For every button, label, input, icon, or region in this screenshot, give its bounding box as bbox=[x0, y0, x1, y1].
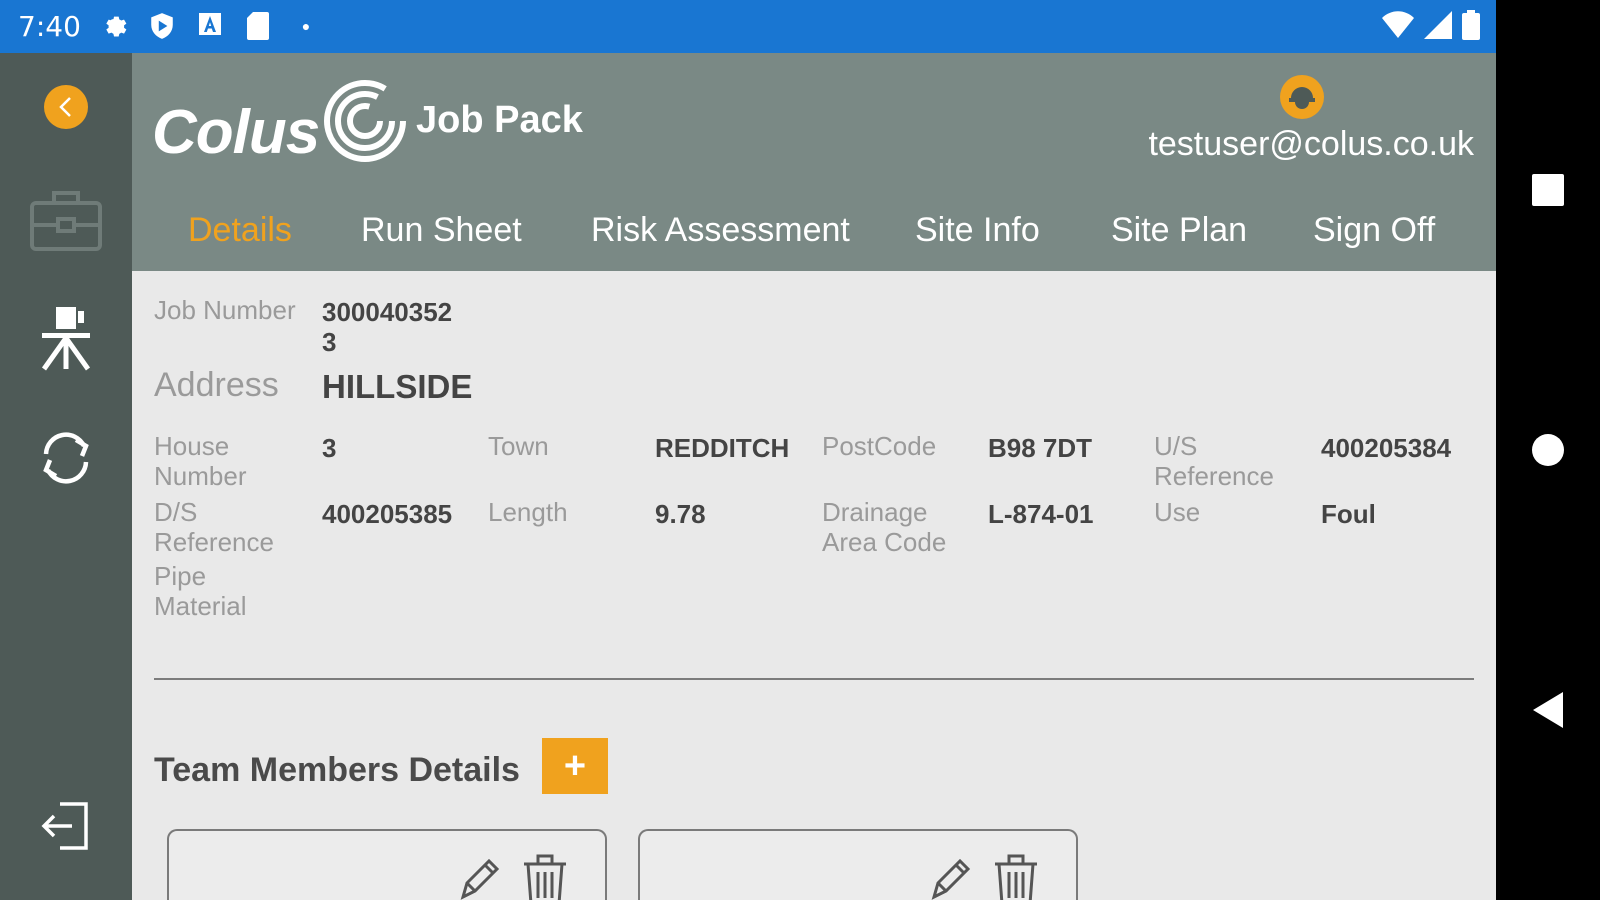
tab-details[interactable]: Details bbox=[188, 211, 292, 250]
tab-risk-assessment[interactable]: Risk Assessment bbox=[591, 211, 850, 250]
status-time: 7:40 bbox=[18, 10, 81, 43]
pipe-material-label-1: Pipe bbox=[154, 561, 207, 591]
job-number-value-line1: 300040352 bbox=[322, 297, 453, 327]
wifi-icon bbox=[1382, 11, 1414, 44]
town-label: Town bbox=[488, 431, 549, 461]
user-email[interactable]: testuser@colus.co.uk bbox=[1148, 125, 1474, 164]
signal-icon bbox=[1424, 11, 1452, 44]
home-icon[interactable] bbox=[1524, 426, 1572, 474]
logo-text: Colus bbox=[152, 98, 320, 167]
drainage-area-code-value: L-874-01 bbox=[988, 499, 1094, 529]
back-icon[interactable] bbox=[44, 85, 88, 129]
tab-site-info[interactable]: Site Info bbox=[915, 211, 1040, 250]
app-title: Job Pack bbox=[416, 99, 583, 141]
tab-site-plan[interactable]: Site Plan bbox=[1111, 211, 1247, 250]
trash-icon[interactable] bbox=[992, 851, 1040, 900]
use-label: Use bbox=[1154, 497, 1201, 527]
address-label: Address bbox=[154, 366, 279, 404]
shield-icon bbox=[148, 12, 176, 40]
drainage-area-code-label-1: Drainage bbox=[822, 497, 928, 527]
sd-card-icon bbox=[244, 12, 272, 40]
header: Colus Job Pack testuser@colus.co.uk Deta… bbox=[132, 53, 1496, 271]
pipe-material-label-2: Material bbox=[154, 591, 247, 621]
survey-tripod-icon[interactable] bbox=[28, 303, 104, 373]
postcode-label: PostCode bbox=[822, 431, 937, 461]
colus-logo-icon bbox=[322, 73, 408, 174]
address-value: HILLSIDE bbox=[322, 368, 473, 405]
us-reference-label-1: U/S bbox=[1154, 431, 1198, 461]
team-member-card bbox=[638, 829, 1078, 900]
back-triangle-icon[interactable] bbox=[1524, 686, 1572, 734]
gear-icon bbox=[102, 12, 130, 40]
details-panel: Job Number 300040352 3 Address HILLSIDE … bbox=[132, 271, 1496, 900]
drainage-area-code-label-2: Area Code bbox=[822, 527, 947, 557]
battery-icon bbox=[1462, 10, 1480, 45]
app-window: 7:40 ● Colus Job Pack testuser@colus.co.… bbox=[0, 0, 1496, 900]
tab-run-sheet[interactable]: Run Sheet bbox=[361, 211, 522, 250]
ds-reference-label-2: Reference bbox=[154, 527, 274, 557]
dot-icon: ● bbox=[301, 18, 311, 34]
user-hardhat-icon[interactable] bbox=[1280, 75, 1324, 119]
recents-icon[interactable] bbox=[1524, 166, 1572, 214]
us-reference-label-2: Reference bbox=[1154, 461, 1274, 491]
sync-icon[interactable] bbox=[28, 423, 104, 493]
postcode-value: B98 7DT bbox=[988, 433, 1093, 463]
pencil-icon[interactable] bbox=[455, 851, 503, 900]
length-value: 9.78 bbox=[655, 499, 706, 529]
job-number-value-line2: 3 bbox=[322, 327, 337, 357]
tab-sign-off[interactable]: Sign Off bbox=[1313, 211, 1435, 250]
ds-reference-label-1: D/S bbox=[154, 497, 198, 527]
status-bar: 7:40 ● bbox=[0, 0, 1496, 53]
length-label: Length bbox=[488, 497, 568, 527]
job-number-label: Job Number bbox=[154, 295, 296, 325]
briefcase-icon[interactable] bbox=[28, 185, 104, 255]
use-value: Foul bbox=[1321, 499, 1376, 529]
house-number-label-2: Number bbox=[154, 461, 247, 491]
sidebar bbox=[0, 53, 132, 900]
team-members-title: Team Members Details bbox=[154, 751, 520, 789]
trash-icon[interactable] bbox=[521, 851, 569, 900]
ds-reference-value: 400205385 bbox=[322, 499, 453, 529]
add-team-member-button[interactable]: + bbox=[542, 738, 608, 794]
text-a-icon bbox=[196, 12, 224, 40]
divider bbox=[154, 678, 1474, 680]
town-value: REDDITCH bbox=[655, 433, 790, 463]
android-nav-bar bbox=[1496, 0, 1600, 900]
logout-icon[interactable] bbox=[28, 791, 104, 861]
house-number-label-1: House bbox=[154, 431, 230, 461]
pencil-icon[interactable] bbox=[926, 851, 974, 900]
status-right-icons bbox=[1382, 10, 1480, 45]
house-number-value: 3 bbox=[322, 433, 337, 463]
team-member-card bbox=[167, 829, 607, 900]
us-reference-value: 400205384 bbox=[1321, 433, 1452, 463]
